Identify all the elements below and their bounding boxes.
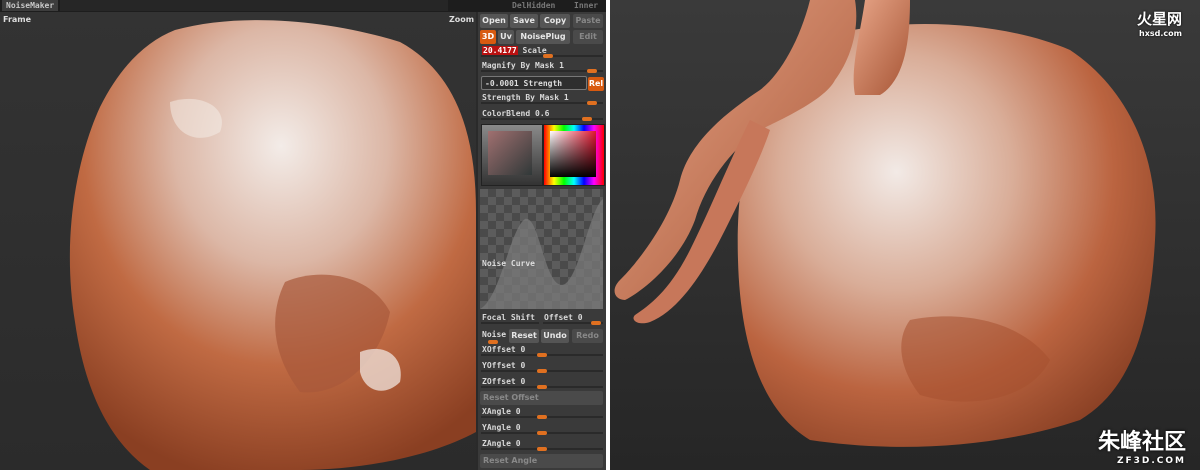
zoffset-knob[interactable] [537, 385, 547, 389]
top-menu-bar: NoiseMaker DelHidden Inner [0, 0, 606, 12]
noisemaker-panel: Open Save Copy Paste 3D Uv NoisePlug Edi… [478, 12, 606, 470]
yangle-slider[interactable]: YAngle 0 [481, 422, 603, 435]
colorblend-slider[interactable]: ColorBlend 0.6 [481, 108, 603, 121]
xoffset-slider[interactable]: XOffset 0 [481, 344, 603, 357]
render-preview: 火星网 hxsd.com 朱峰社区 ZF3D.COM [610, 0, 1200, 470]
rock-sculpt-left [69, 20, 476, 470]
noise-label: Noise [482, 330, 507, 339]
colorblend-knob[interactable] [581, 117, 592, 121]
undo-button[interactable]: Undo [541, 329, 569, 343]
strength-by-mask-slider[interactable]: Strength By Mask 1 [481, 92, 603, 105]
noise-curve-label: Noise Curve [482, 259, 535, 268]
magnify-by-mask-knob[interactable] [587, 69, 598, 73]
scale-knob[interactable] [543, 54, 553, 58]
rel-button[interactable]: Rel [588, 77, 604, 91]
tab-edit[interactable]: Edit [573, 30, 603, 44]
yoffset-knob[interactable] [537, 369, 547, 373]
scale-value: 20.4177 [482, 46, 518, 55]
yoffset-slider[interactable]: YOffset 0 [481, 360, 603, 373]
tab-noiseplug[interactable]: NoisePlug [516, 30, 570, 44]
color-picker-secondary[interactable] [543, 124, 605, 186]
reset-offset-button[interactable]: Reset Offset [480, 391, 603, 405]
reset-button[interactable]: Reset [509, 329, 539, 343]
offset-slider[interactable]: Offset 0 [543, 312, 603, 325]
xangle-slider[interactable]: XAngle 0 [481, 406, 603, 419]
xangle-knob[interactable] [537, 415, 547, 419]
strength-by-mask-knob[interactable] [587, 101, 598, 105]
reset-angle-button[interactable]: Reset Angle [480, 454, 603, 468]
paste-button[interactable]: Paste [573, 14, 603, 28]
delhidden-button[interactable]: DelHidden [508, 0, 559, 11]
xoffset-knob[interactable] [537, 353, 547, 357]
canvas-viewport[interactable]: Frame Zoom [0, 12, 476, 470]
zf3d-watermark: 朱峰社区 ZF3D.COM [1097, 430, 1186, 466]
open-button[interactable]: Open [480, 14, 508, 28]
color-picker-primary[interactable] [481, 124, 543, 186]
tab-3d[interactable]: 3D [480, 30, 496, 44]
rock-render-right [614, 0, 1156, 447]
title-strip [60, 0, 448, 11]
zoffset-slider[interactable]: ZOffset 0 [481, 376, 603, 389]
redo-button[interactable]: Redo [572, 329, 603, 343]
strength-input[interactable]: -0.0001 Strength [481, 76, 587, 90]
zangle-slider[interactable]: ZAngle 0 [481, 438, 603, 451]
zangle-knob[interactable] [537, 447, 547, 451]
noise-curve-editor[interactable] [480, 189, 603, 309]
copy-button[interactable]: Copy [540, 14, 570, 28]
focal-shift-slider[interactable]: Focal Shift [481, 312, 539, 325]
offset-knob[interactable] [591, 321, 601, 325]
inner-button[interactable]: Inner [570, 0, 602, 11]
noisemaker-title: NoiseMaker [2, 0, 59, 11]
save-button[interactable]: Save [510, 14, 538, 28]
magnify-by-mask-slider[interactable]: Magnify By Mask 1 [481, 60, 603, 73]
zbrush-screenshot: NoiseMaker DelHidden Inner Frame Zoom Op… [0, 0, 606, 470]
tab-uv[interactable]: Uv [498, 30, 514, 44]
scale-slider[interactable]: 20.4177 Scale [481, 45, 603, 58]
yangle-knob[interactable] [537, 431, 547, 435]
hxsd-watermark: 火星网 hxsd.com [1136, 10, 1182, 38]
